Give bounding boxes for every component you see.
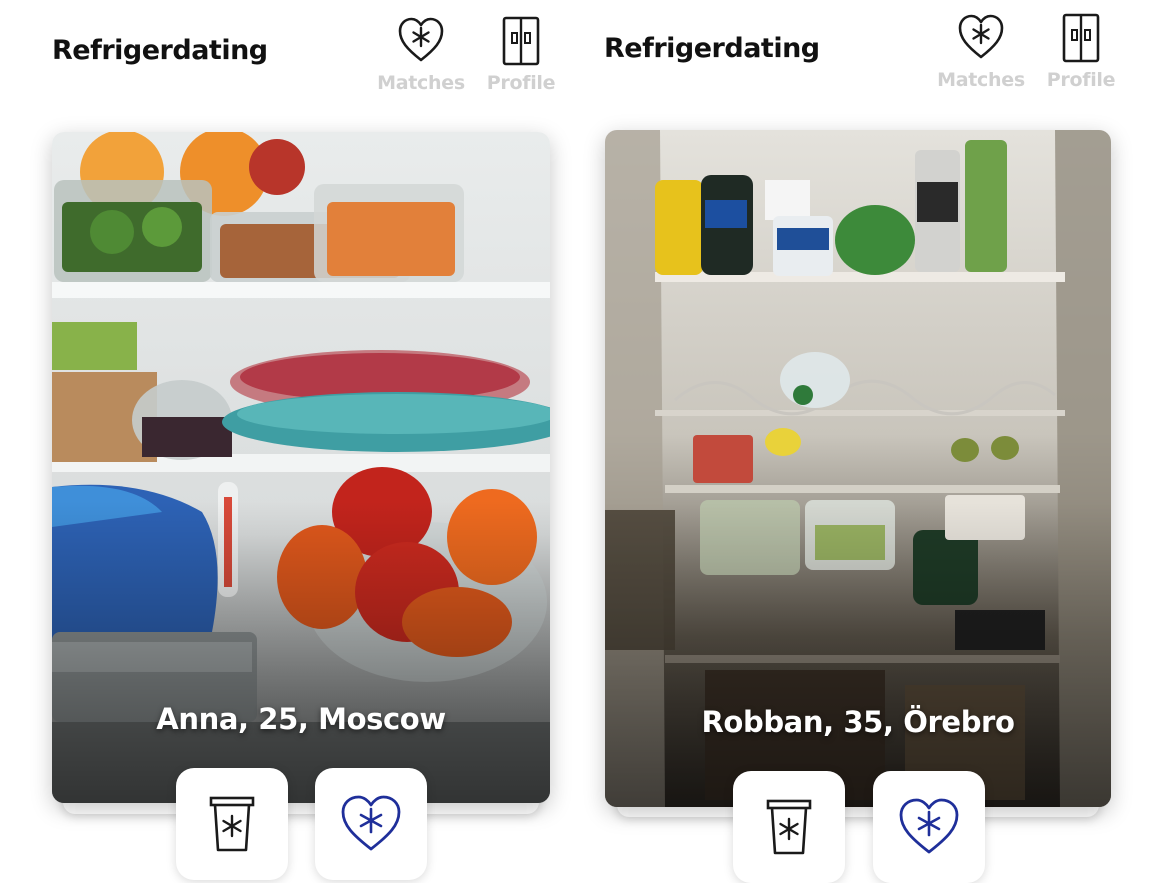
nav-profile[interactable]: Profile <box>1036 13 1126 91</box>
heart-snowflake-icon <box>958 14 1004 59</box>
heart-snowflake-icon <box>398 17 444 62</box>
trash-bin-icon <box>766 799 812 855</box>
nav-profile-label: Profile <box>486 72 556 94</box>
fridge-icon <box>502 16 540 66</box>
nav-matches-label: Matches <box>377 72 465 94</box>
reject-button[interactable] <box>733 771 845 883</box>
nav-profile-label: Profile <box>1046 69 1116 91</box>
profile-caption: Robban, 35, Örebro <box>701 705 1015 739</box>
fridge-icon <box>1062 13 1100 63</box>
app-title: Refrigerdating <box>52 35 268 66</box>
heart-snowflake-icon <box>899 798 959 854</box>
like-button[interactable] <box>873 771 985 883</box>
app-screen-left: Refrigerdating Matches Profile Anna, 25,… <box>0 0 565 883</box>
nav-matches-label: Matches <box>937 69 1025 91</box>
heart-snowflake-icon <box>341 795 401 851</box>
profile-caption: Anna, 25, Moscow <box>156 702 446 736</box>
app-screen-right: Refrigerdating Matches Profile Robban, 3… <box>553 0 1118 883</box>
trash-bin-icon <box>209 796 255 852</box>
nav-matches[interactable]: Matches <box>936 13 1026 91</box>
app-title: Refrigerdating <box>604 33 820 64</box>
nav-matches[interactable]: Matches <box>376 16 466 94</box>
like-button[interactable] <box>315 768 427 880</box>
reject-button[interactable] <box>176 768 288 880</box>
profile-card[interactable]: Anna, 25, Moscow <box>52 132 550 803</box>
profile-card[interactable]: Robban, 35, Örebro <box>605 130 1111 807</box>
